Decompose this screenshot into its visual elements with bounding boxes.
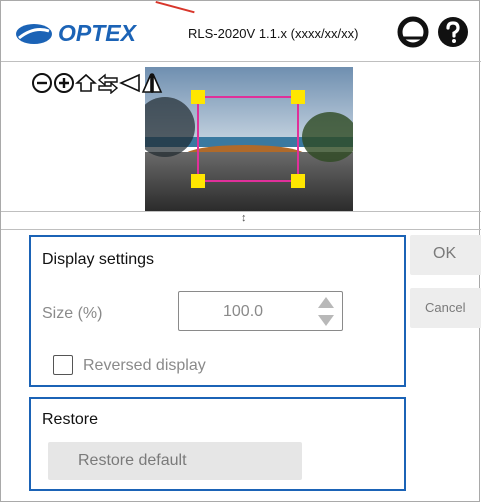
- view-toolbar: [31, 71, 163, 95]
- roi-handle-top-right[interactable]: [291, 90, 305, 104]
- camera-lens-icon[interactable]: [397, 16, 429, 48]
- help-icon[interactable]: [437, 16, 469, 48]
- ok-button[interactable]: OK: [410, 235, 481, 275]
- restore-default-label: Restore default: [78, 452, 187, 469]
- spin-up-icon[interactable]: [318, 297, 334, 308]
- flip-horizontal-icon[interactable]: [119, 71, 141, 95]
- logo-text: OPTEX: [58, 20, 136, 46]
- restore-panel: Restore Restore default: [29, 397, 406, 491]
- display-settings-panel: Display settings Size (%) 100.0 Reversed…: [29, 235, 406, 387]
- restore-default-button[interactable]: Restore default: [48, 442, 302, 480]
- app-window: OPTEX RLS-2020V 1.1.x (xxxx/xx/xx) ↕ Dis…: [0, 0, 481, 502]
- size-label: Size (%): [42, 305, 103, 322]
- header-bar: OPTEX RLS-2020V 1.1.x (xxxx/xx/xx): [1, 1, 481, 62]
- roi-handle-bottom-right[interactable]: [291, 174, 305, 188]
- size-input[interactable]: 100.0: [178, 291, 343, 331]
- spin-down-icon[interactable]: [318, 315, 334, 326]
- restore-title: Restore: [42, 411, 99, 428]
- zoom-out-icon[interactable]: [31, 71, 53, 95]
- swap-arrows-icon[interactable]: [97, 71, 119, 95]
- settings-divider: [1, 229, 481, 230]
- brand-logo: OPTEX: [15, 20, 136, 47]
- cancel-label: Cancel: [425, 300, 466, 315]
- model-version: RLS-2020V 1.1.x (xxxx/xx/xx): [188, 26, 359, 41]
- size-value: 100.0: [223, 303, 264, 320]
- roi-handle-top-left[interactable]: [191, 90, 205, 104]
- flip-vertical-icon[interactable]: [141, 71, 163, 95]
- optex-swoosh-icon: [16, 23, 52, 44]
- camera-preview[interactable]: [145, 67, 353, 212]
- ok-label: OK: [433, 245, 457, 262]
- home-icon[interactable]: [75, 71, 97, 95]
- display-settings-title: Display settings: [42, 251, 155, 268]
- reversed-display-label: Reversed display: [83, 357, 206, 374]
- cancel-button[interactable]: Cancel: [410, 288, 481, 328]
- zoom-in-icon[interactable]: [53, 71, 75, 95]
- reversed-display-checkbox[interactable]: [53, 355, 73, 375]
- roi-handle-bottom-left[interactable]: [191, 174, 205, 188]
- resize-handle-icon[interactable]: ↕: [241, 212, 247, 224]
